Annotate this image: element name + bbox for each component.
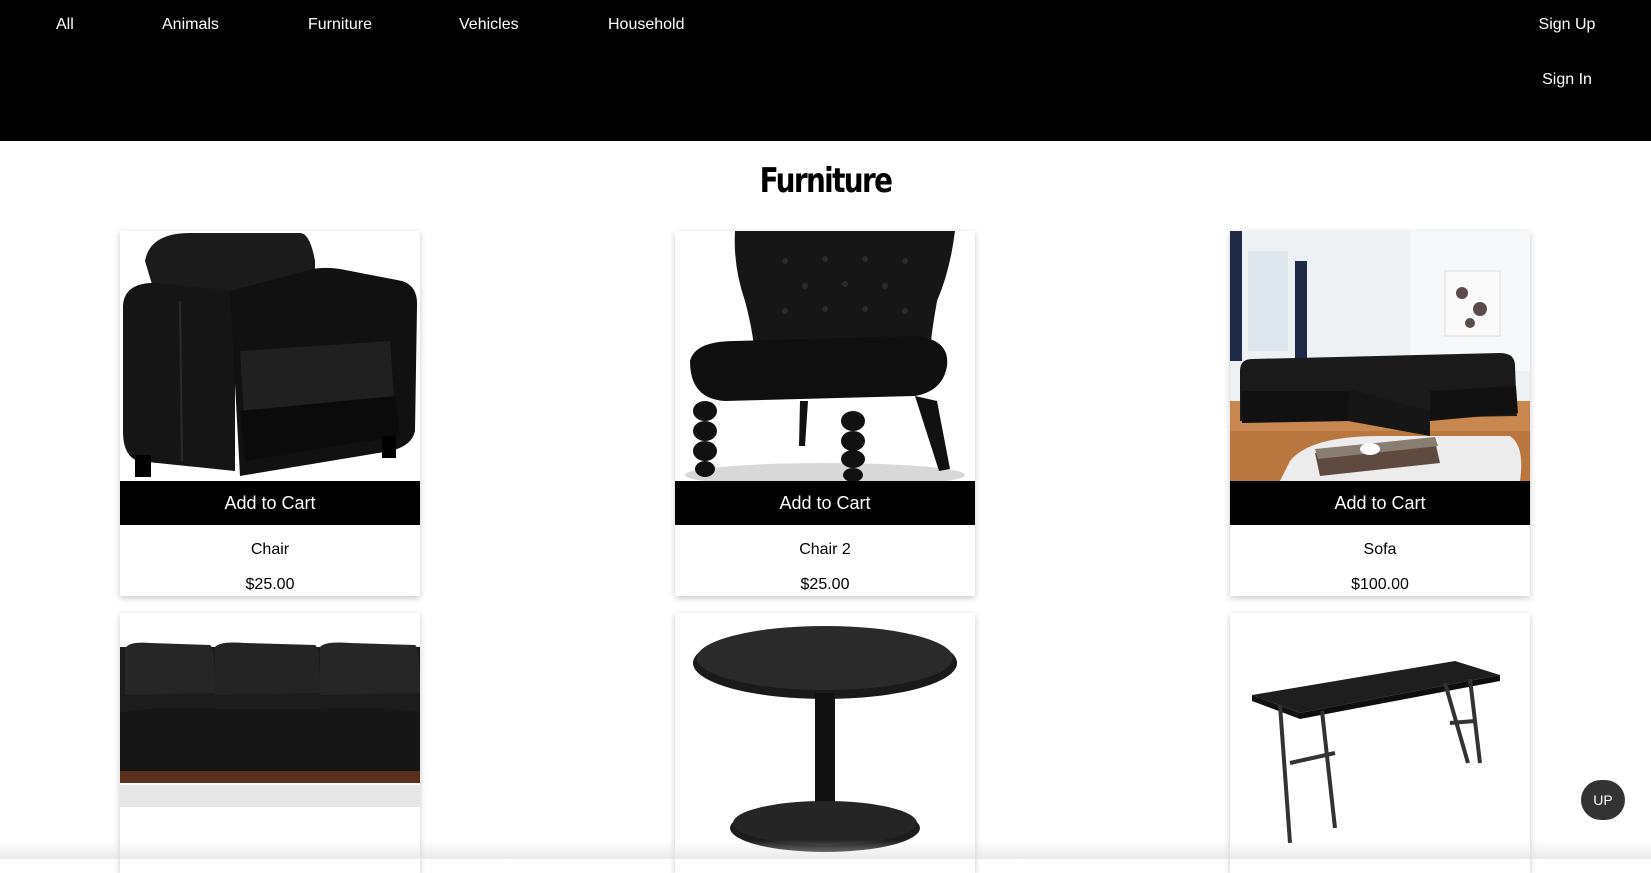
product-card-sofa: Add to Cart Sofa $100.00 — [1230, 231, 1530, 596]
product-name: Chair — [250, 541, 290, 558]
product-price: $100.00 — [1351, 576, 1409, 593]
sectional-sofa-icon[interactable] — [1230, 231, 1530, 481]
bottom-fade — [0, 840, 1651, 859]
tufted-chair-icon[interactable] — [675, 231, 975, 481]
page-title: Furniture — [759, 161, 893, 201]
nav-link-furniture[interactable]: Furniture — [308, 16, 372, 34]
nav-link-all[interactable]: All — [56, 16, 74, 34]
couch-icon[interactable] — [120, 613, 420, 863]
sign-in-link[interactable]: Sign In — [1483, 71, 1651, 89]
folding-table-icon[interactable] — [1230, 613, 1530, 863]
add-to-cart-button[interactable]: Add to Cart — [120, 481, 420, 525]
round-table-icon[interactable] — [675, 613, 975, 863]
product-price: $25.00 — [245, 576, 295, 593]
product-card-couch — [120, 613, 420, 873]
top-navigation-bar: All Animals Furniture Vehicles Household… — [0, 0, 1651, 141]
sign-up-link[interactable]: Sign Up — [1483, 16, 1651, 34]
scroll-to-top-button[interactable]: UP — [1581, 780, 1625, 820]
product-card-round-table — [675, 613, 975, 873]
product-card-chair-2: Add to Cart Chair 2 $25.00 — [675, 231, 975, 596]
product-name: Chair 2 — [799, 541, 851, 558]
product-name: Sofa — [1363, 541, 1397, 558]
product-card-chair: Add to Cart Chair $25.00 — [120, 231, 420, 596]
nav-link-household[interactable]: Household — [608, 16, 685, 34]
nav-link-animals[interactable]: Animals — [162, 16, 219, 34]
product-price: $25.00 — [800, 576, 850, 593]
armchair-icon[interactable] — [120, 231, 420, 481]
add-to-cart-button[interactable]: Add to Cart — [675, 481, 975, 525]
add-to-cart-button[interactable]: Add to Cart — [1230, 481, 1530, 525]
nav-link-vehicles[interactable]: Vehicles — [459, 16, 519, 34]
product-card-folding-table — [1230, 613, 1530, 873]
